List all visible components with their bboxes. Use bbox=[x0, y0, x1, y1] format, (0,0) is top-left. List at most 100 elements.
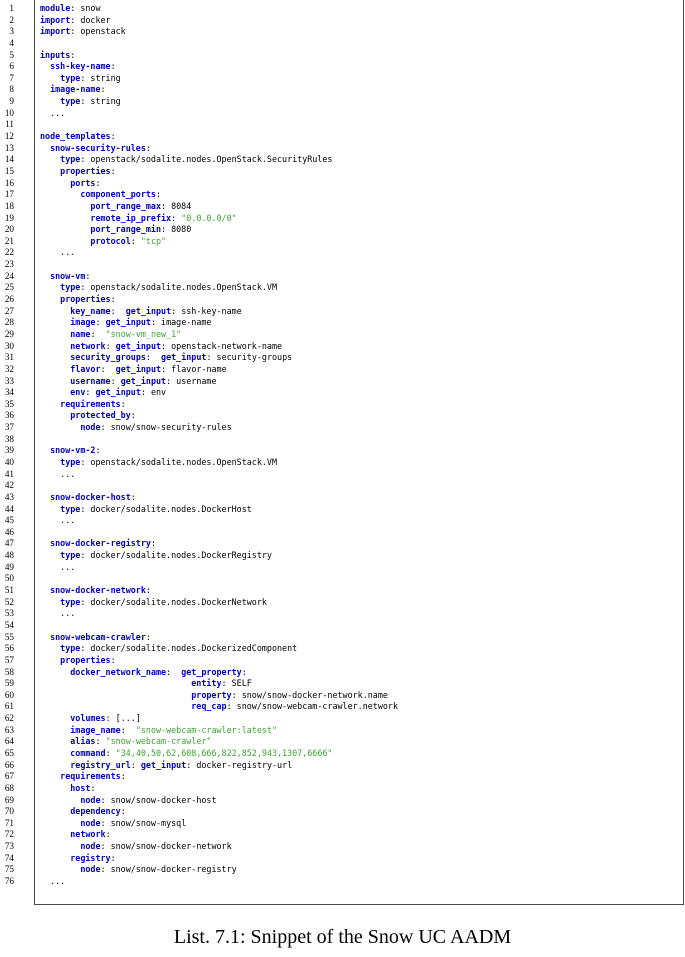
code-keyword: snow-vm-2 bbox=[50, 445, 96, 456]
code-line: ... bbox=[40, 108, 398, 120]
code-line: node: snow/snow-mysql bbox=[40, 818, 398, 830]
line-number: 31 bbox=[4, 352, 14, 363]
code-keyword: req_cap bbox=[191, 701, 227, 712]
line-number: 37 bbox=[4, 422, 14, 433]
code-line: type: docker/sodalite.nodes.DockerRegist… bbox=[40, 550, 398, 562]
line-number: 22 bbox=[4, 247, 14, 258]
line-number: 71 bbox=[4, 817, 14, 828]
code-text: : bbox=[110, 294, 116, 305]
line-number: 64 bbox=[4, 736, 14, 747]
line-number: 45 bbox=[4, 515, 14, 526]
line-number: 9 bbox=[9, 96, 14, 107]
line-number: 24 bbox=[4, 270, 14, 281]
code-line: requirements: bbox=[40, 399, 398, 411]
code-keyword: node bbox=[80, 422, 101, 433]
code-line: type: string bbox=[40, 96, 398, 108]
code-keyword: security_groups bbox=[70, 352, 146, 363]
code-line: dependency: bbox=[40, 806, 398, 818]
code-line: type: docker/sodalite.nodes.DockerHost bbox=[40, 504, 398, 516]
line-number: 25 bbox=[4, 282, 14, 293]
code-keyword: volumes bbox=[70, 713, 106, 724]
line-number: 66 bbox=[4, 759, 14, 770]
code-text: : bbox=[145, 352, 162, 363]
line-number: 74 bbox=[4, 852, 14, 863]
code-text: : bbox=[120, 398, 126, 409]
code-text: ... bbox=[40, 515, 76, 526]
code-line: snow-vm: bbox=[40, 271, 398, 283]
line-number: 21 bbox=[4, 235, 14, 246]
listing-caption: List. 7.1: Snippet of the Snow UC AADM bbox=[173, 926, 512, 948]
code-text: : bbox=[120, 806, 126, 817]
code-string: "34,40,50,62,608,666,822,852,943,1307,66… bbox=[115, 748, 333, 758]
code-text: : bbox=[145, 142, 151, 153]
code-keyword: snow-webcam-crawler bbox=[50, 631, 146, 642]
code-text: : snow/snow-security-rules bbox=[100, 422, 232, 433]
line-number: 56 bbox=[4, 643, 14, 654]
code-line: protected_by: bbox=[40, 410, 398, 422]
code-text: : 8084 bbox=[161, 200, 192, 211]
line-number: 2 bbox=[9, 14, 14, 25]
line-number: 67 bbox=[4, 771, 14, 782]
code-text: : bbox=[110, 131, 116, 142]
code-text: ... bbox=[40, 876, 66, 887]
line-number: 15 bbox=[4, 165, 14, 176]
line-number: 47 bbox=[4, 538, 14, 549]
code-line: type: openstack/sodalite.nodes.OpenStack… bbox=[40, 282, 398, 294]
code-text: : bbox=[110, 61, 116, 72]
code-listing: module: snow import: docker import: openst… bbox=[40, 3, 398, 888]
code-text: : bbox=[120, 771, 126, 782]
code-keyword: port_range_max bbox=[90, 200, 162, 211]
code-keyword: import bbox=[40, 14, 71, 25]
code-text: ... bbox=[40, 608, 76, 619]
line-number: 72 bbox=[4, 829, 14, 840]
code-line: key_name: get_input: ssh-key-name bbox=[40, 306, 398, 318]
line-number: 5 bbox=[9, 49, 14, 60]
code-text: : snow/snow-docker-registry bbox=[100, 864, 237, 875]
line-number: 42 bbox=[4, 480, 14, 491]
code-line: snow-docker-host: bbox=[40, 492, 398, 504]
code-keyword: network bbox=[70, 340, 106, 351]
code-keyword: port_range_min bbox=[90, 224, 162, 235]
line-number: 76 bbox=[4, 876, 14, 887]
line-number: 53 bbox=[4, 608, 14, 619]
code-keyword: registry_url bbox=[70, 759, 131, 770]
code-line: snow-webcam-crawler: bbox=[40, 632, 398, 644]
code-text: : openstack/sodalite.nodes.OpenStack.Sec… bbox=[80, 154, 333, 165]
line-number: 48 bbox=[4, 550, 14, 561]
line-number: 26 bbox=[4, 294, 14, 305]
line-number: 55 bbox=[4, 631, 14, 642]
code-line: node_templates: bbox=[40, 131, 398, 143]
code-line: snow-vm-2: bbox=[40, 445, 398, 457]
code-keyword: requirements bbox=[60, 398, 121, 409]
code-text: : bbox=[145, 631, 151, 642]
code-line: ... bbox=[40, 247, 398, 259]
code-keyword: inputs bbox=[40, 49, 71, 60]
code-line: image_name: "snow-webcam-crawler:latest" bbox=[40, 725, 398, 737]
code-text: : bbox=[85, 387, 96, 398]
code-text: : bbox=[85, 270, 91, 281]
line-number: 41 bbox=[4, 468, 14, 479]
code-text: : bbox=[130, 235, 141, 246]
line-number: 73 bbox=[4, 841, 14, 852]
code-line: module: snow bbox=[40, 3, 398, 15]
line-number: 12 bbox=[4, 131, 14, 142]
line-number: 52 bbox=[4, 596, 14, 607]
code-text: : bbox=[130, 759, 141, 770]
code-line: username: get_input: username bbox=[40, 376, 398, 388]
code-keyword: module bbox=[40, 3, 71, 13]
code-text: : bbox=[150, 538, 156, 549]
code-line: node: snow/snow-docker-host bbox=[40, 795, 398, 807]
code-text: : bbox=[95, 317, 106, 328]
